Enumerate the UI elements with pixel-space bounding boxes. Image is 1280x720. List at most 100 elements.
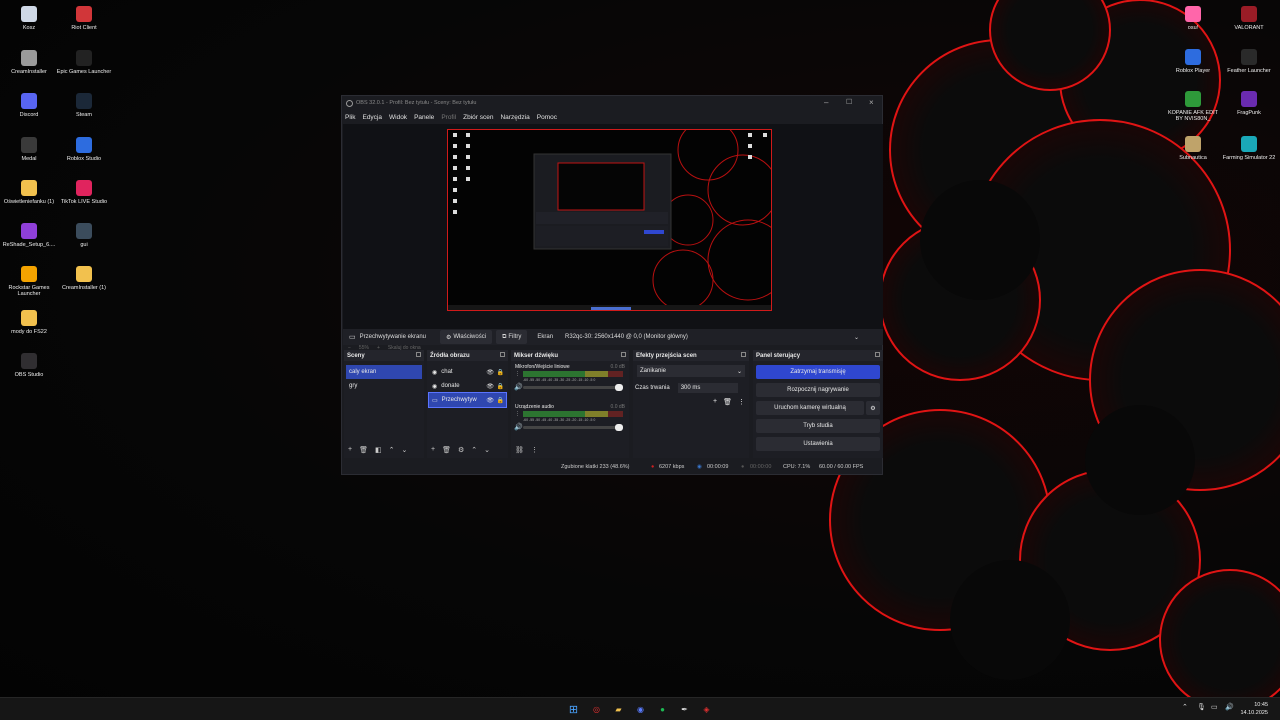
desktop-icon[interactable]: OBS Studio bbox=[0, 353, 58, 378]
speaker-icon[interactable]: 🔊 bbox=[514, 423, 523, 431]
kebab-icon[interactable]: ⋮ bbox=[738, 398, 745, 406]
feather-taskbar-icon[interactable]: ✒ bbox=[678, 703, 691, 716]
gear-icon[interactable]: ⚙ bbox=[458, 446, 464, 454]
speaker-icon[interactable]: 🔊 bbox=[514, 383, 523, 391]
desktop-icon[interactable]: CreamInstaller bbox=[0, 50, 58, 75]
transition-select[interactable]: Zanikanie ⌄ bbox=[637, 365, 745, 377]
riot-taskbar-icon[interactable]: ◈ bbox=[700, 703, 713, 716]
arrow-down-icon[interactable]: ⌄ bbox=[401, 446, 407, 454]
arrow-up-icon[interactable]: ⌃ bbox=[471, 446, 477, 454]
preview-capture[interactable] bbox=[447, 129, 772, 311]
undock-icon[interactable] bbox=[416, 352, 421, 357]
menu-zbior-scen[interactable]: Zbiór scen bbox=[463, 114, 493, 121]
add-icon[interactable]: + bbox=[348, 446, 352, 454]
scene-item[interactable]: gry bbox=[346, 379, 422, 393]
menu-panele[interactable]: Panele bbox=[414, 114, 434, 121]
scene-item[interactable]: caly ekran bbox=[346, 365, 422, 379]
undock-icon[interactable] bbox=[741, 352, 746, 357]
desktop-icon[interactable]: Discord bbox=[0, 93, 58, 118]
desktop-icon[interactable]: Epic Games Launcher bbox=[55, 50, 113, 75]
menu-profil[interactable]: Profil bbox=[441, 114, 456, 121]
undock-icon[interactable] bbox=[875, 352, 880, 357]
kebab-icon[interactable]: ⋮ bbox=[515, 371, 520, 377]
trash-icon[interactable]: 🗑 bbox=[442, 446, 451, 454]
spotify-icon[interactable]: ● bbox=[656, 703, 669, 716]
trash-icon[interactable]: 🗑 bbox=[359, 446, 368, 454]
clock[interactable]: 10:45 14.10.2025 bbox=[1240, 701, 1268, 717]
filter-icon[interactable]: ◧ bbox=[375, 446, 382, 454]
desktop-icon[interactable]: CreamInstaller (1) bbox=[55, 266, 113, 291]
undock-icon[interactable] bbox=[500, 352, 505, 357]
virtual-camera-settings-button[interactable]: ⚙ bbox=[866, 401, 880, 415]
desktop-icon[interactable]: ReShade_Setup_6.... bbox=[0, 223, 58, 248]
network-icon[interactable]: ▭ bbox=[1211, 703, 1218, 711]
desktop-icon[interactable]: KOPANIE AFK EDIT BY NVIS80N_ bbox=[1164, 91, 1222, 122]
slider-knob[interactable] bbox=[615, 384, 623, 391]
add-icon[interactable]: + bbox=[713, 398, 717, 406]
discord-taskbar-icon[interactable]: ◉ bbox=[634, 703, 647, 716]
lock-icon[interactable]: 🔒 bbox=[497, 397, 504, 404]
arrow-down-icon[interactable]: ⌄ bbox=[484, 446, 490, 454]
desktop-icon[interactable]: Roblox Studio bbox=[55, 137, 113, 162]
studio-mode-button[interactable]: Tryb studia bbox=[756, 419, 880, 433]
chevron-up-icon[interactable]: ⌃ bbox=[1182, 703, 1188, 711]
arrow-up-icon[interactable]: ⌃ bbox=[389, 446, 395, 454]
kebab-icon[interactable]: ⋮ bbox=[515, 411, 520, 417]
trash-icon[interactable]: 🗑 bbox=[723, 398, 732, 406]
desktop-icon[interactable]: gui bbox=[55, 223, 113, 248]
lock-icon[interactable]: 🔒 bbox=[497, 369, 504, 376]
link-icon[interactable]: ⛓ bbox=[515, 446, 524, 454]
menu-narzedzia[interactable]: Narzędzia bbox=[500, 114, 529, 121]
maximize-icon[interactable]: ☐ bbox=[846, 98, 852, 106]
obs-taskbar-icon[interactable]: ◎ bbox=[590, 703, 603, 716]
duration-input[interactable]: 300 ms bbox=[677, 383, 738, 393]
stop-stream-button[interactable]: Zatrzymaj transmisję bbox=[756, 365, 880, 379]
eye-icon[interactable]: 👁 bbox=[486, 383, 494, 390]
filters-button[interactable]: ⧉ Filtry bbox=[496, 330, 528, 344]
desktop-icon[interactable]: TikTok LIVE Studio bbox=[55, 180, 113, 205]
start-recording-button[interactable]: Rozpocznij nagrywanie bbox=[756, 383, 880, 397]
obs-titlebar[interactable]: OBS 32.0.1 - Profil: Bez tytułu - Sceny:… bbox=[342, 96, 882, 110]
menu-edycja[interactable]: Edycja bbox=[362, 114, 382, 121]
desktop-icon[interactable]: FragPunk bbox=[1220, 91, 1278, 116]
settings-button[interactable]: Ustawienia bbox=[756, 437, 880, 451]
lock-icon[interactable]: 🔒 bbox=[497, 383, 504, 390]
desktop-icon[interactable]: Farming Simulator 22 bbox=[1220, 136, 1278, 161]
desktop-icon[interactable]: Subnautica bbox=[1164, 136, 1222, 161]
preview-area[interactable]: − 55% + Skaluj do okna bbox=[343, 124, 883, 351]
microphone-icon[interactable]: 🎙 bbox=[1197, 703, 1206, 711]
source-item[interactable]: ▭ Przechwytyw 👁 🔒 bbox=[428, 392, 507, 408]
desktop-icon[interactable]: Feather Launcher bbox=[1220, 49, 1278, 74]
kebab-icon[interactable]: ⋮ bbox=[531, 446, 538, 454]
slider-knob[interactable] bbox=[615, 424, 623, 431]
volume-icon[interactable]: 🔊 bbox=[1225, 703, 1234, 711]
close-icon[interactable]: × bbox=[869, 98, 874, 107]
menu-pomoc[interactable]: Pomoc bbox=[537, 114, 557, 121]
desktop-icon[interactable]: VALORANT bbox=[1220, 6, 1278, 31]
minimize-icon[interactable]: – bbox=[824, 98, 828, 107]
volume-slider[interactable] bbox=[523, 384, 623, 391]
desktop-icon[interactable]: Roblox Player bbox=[1164, 49, 1222, 74]
add-icon[interactable]: + bbox=[431, 446, 435, 454]
desktop-icon[interactable]: Kosz bbox=[0, 6, 58, 31]
file-explorer-icon[interactable]: ▰ bbox=[612, 703, 625, 716]
source-item[interactable]: ◉ donate 👁 🔒 bbox=[429, 379, 506, 393]
undock-icon[interactable] bbox=[621, 352, 626, 357]
menu-widok[interactable]: Widok bbox=[389, 114, 407, 121]
desktop-icon[interactable]: Medal bbox=[0, 137, 58, 162]
properties-button[interactable]: ⚙ Właściwości bbox=[440, 330, 493, 344]
virtual-camera-button[interactable]: Uruchom kamerę wirtualną bbox=[756, 401, 864, 415]
screen-select[interactable]: R32qc-30: 2560x1440 @ 0,0 (Monitor główn… bbox=[559, 330, 865, 344]
volume-slider[interactable] bbox=[523, 424, 623, 431]
desktop-icon[interactable]: Riot Client bbox=[55, 6, 113, 31]
desktop-icon[interactable]: osu! bbox=[1164, 6, 1222, 31]
menu-plik[interactable]: Plik bbox=[345, 114, 355, 121]
desktop-icon[interactable]: mody do FS22 bbox=[0, 310, 58, 335]
desktop-icon[interactable]: Oświetleniefanku (1) bbox=[0, 180, 58, 205]
eye-icon[interactable]: 👁 bbox=[486, 397, 494, 404]
eye-icon[interactable]: 👁 bbox=[486, 369, 494, 376]
desktop-icon[interactable]: Steam bbox=[55, 93, 113, 118]
desktop-icon[interactable]: Rockstar Games Launcher bbox=[0, 266, 58, 297]
source-item[interactable]: ◉ chat 👁 🔒 bbox=[429, 365, 506, 379]
windows-start-icon[interactable]: ⊞ bbox=[567, 703, 580, 716]
